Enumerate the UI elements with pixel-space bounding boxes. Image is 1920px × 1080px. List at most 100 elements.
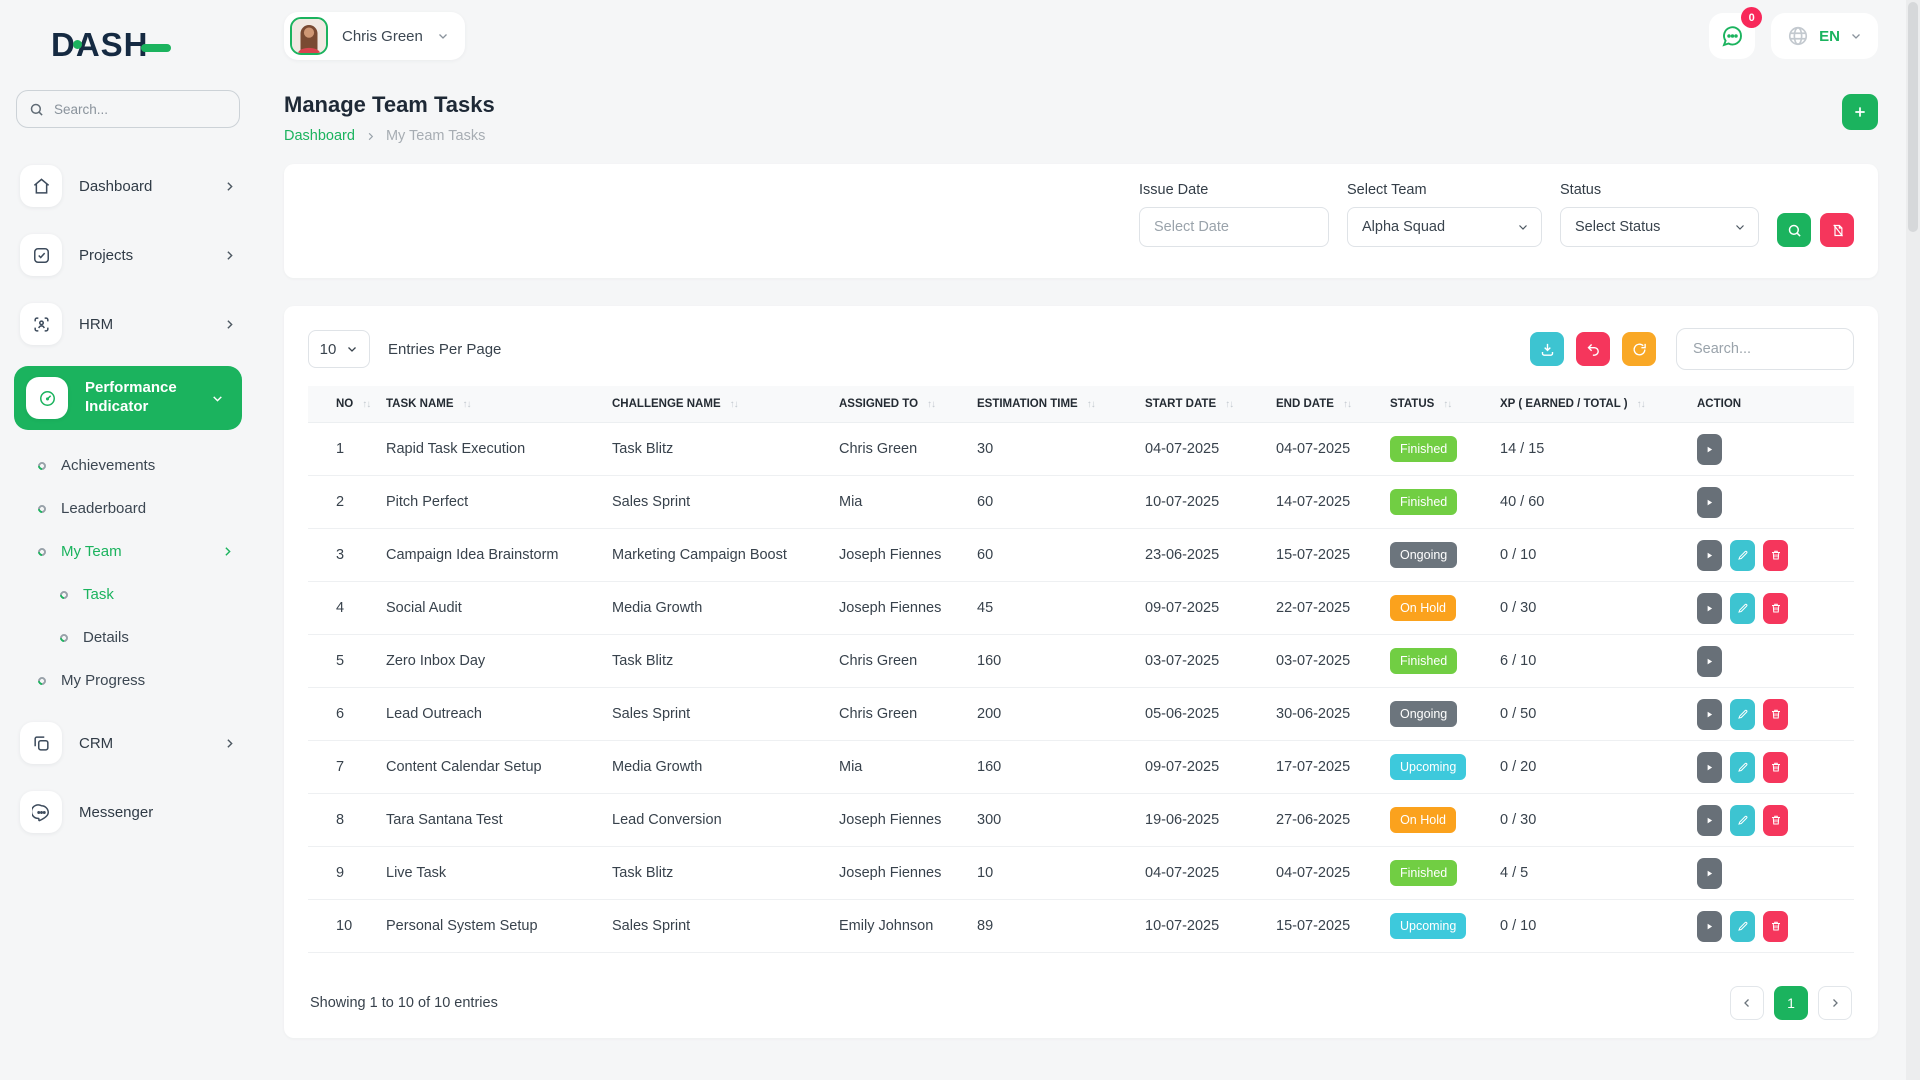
edit-task-button[interactable]	[1730, 593, 1755, 624]
action-cell	[1689, 635, 1854, 688]
challenge-name: Media Growth	[604, 741, 831, 794]
edit-task-button[interactable]	[1730, 911, 1755, 942]
table-row: 5Zero Inbox DayTask BlitzChris Green1600…	[308, 635, 1854, 688]
start-date: 10-07-2025	[1137, 476, 1268, 529]
column-header[interactable]: START DATE↑↓	[1137, 386, 1268, 423]
view-task-button[interactable]	[1697, 805, 1722, 836]
view-task-button[interactable]	[1697, 858, 1722, 889]
sidebar-item-leaderboard[interactable]: Leaderboard	[0, 487, 256, 530]
sidebar-item-achievements[interactable]: Achievements	[0, 444, 256, 487]
delete-task-button[interactable]	[1763, 593, 1788, 624]
status-select[interactable]: Select Status	[1560, 207, 1759, 247]
sidebar-item-task[interactable]: Task	[0, 573, 256, 616]
breadcrumb-dashboard-link[interactable]: Dashboard	[284, 128, 355, 144]
filter-search-button[interactable]	[1777, 213, 1811, 247]
start-date: 19-06-2025	[1137, 794, 1268, 847]
view-task-button[interactable]	[1697, 646, 1722, 677]
column-header[interactable]: ASSIGNED TO↑↓	[831, 386, 969, 423]
delete-task-button[interactable]	[1763, 752, 1788, 783]
challenge-name: Task Blitz	[604, 847, 831, 900]
row-number: 8	[308, 794, 378, 847]
edit-task-button[interactable]	[1730, 752, 1755, 783]
assigned-to: Chris Green	[831, 635, 969, 688]
delete-task-button[interactable]	[1763, 540, 1788, 571]
column-header[interactable]: NO↑↓	[308, 386, 378, 423]
estimation-time: 300	[969, 794, 1137, 847]
next-page-button[interactable]	[1818, 986, 1852, 1020]
table-search-input[interactable]	[1676, 328, 1854, 370]
sidebar-item-messenger[interactable]: Messenger	[0, 784, 256, 840]
sidebar-item-dashboard[interactable]: Dashboard	[0, 158, 256, 214]
view-task-button[interactable]	[1697, 752, 1722, 783]
estimation-time: 60	[969, 529, 1137, 582]
sort-icon: ↑↓	[1225, 399, 1233, 410]
delete-task-button[interactable]	[1763, 699, 1788, 730]
sidebar-search[interactable]	[16, 90, 240, 128]
action-cell	[1689, 741, 1854, 794]
pagination: 1	[1730, 986, 1852, 1020]
export-button[interactable]	[1530, 332, 1564, 366]
sidebar-item-hrm[interactable]: HRM	[0, 296, 256, 352]
sidebar-item-projects[interactable]: Projects	[0, 227, 256, 283]
delete-task-button[interactable]	[1763, 911, 1788, 942]
edit-task-button[interactable]	[1730, 540, 1755, 571]
column-header[interactable]: TASK NAME↑↓	[378, 386, 604, 423]
estimation-time: 30	[969, 423, 1137, 476]
undo-button[interactable]	[1576, 332, 1610, 366]
sidebar-item-performance-indicator[interactable]: Performance Indicator	[14, 366, 242, 430]
previous-page-button[interactable]	[1730, 986, 1764, 1020]
status-cell: On Hold	[1382, 582, 1492, 635]
team-select[interactable]: Alpha Squad	[1347, 207, 1542, 247]
table-body: 1Rapid Task ExecutionTask BlitzChris Gre…	[308, 423, 1854, 953]
column-header[interactable]: STATUS↑↓	[1382, 386, 1492, 423]
challenge-name: Task Blitz	[604, 635, 831, 688]
column-header[interactable]: ESTIMATION TIME↑↓	[969, 386, 1137, 423]
sidebar-item-my-team[interactable]: My Team	[0, 530, 256, 573]
view-task-button[interactable]	[1697, 540, 1722, 571]
view-task-button[interactable]	[1697, 434, 1722, 465]
trash-icon	[1770, 708, 1782, 720]
main-content: Chris Green 0 EN Manage Team Tasks Dashb…	[256, 0, 1920, 1080]
issue-date-label: Issue Date	[1139, 182, 1329, 198]
issue-date-input[interactable]	[1139, 207, 1329, 247]
column-header[interactable]: XP ( EARNED / TOTAL )↑↓	[1492, 386, 1689, 423]
task-name: Rapid Task Execution	[378, 423, 604, 476]
edit-task-button[interactable]	[1730, 699, 1755, 730]
scrollbar-thumb[interactable]	[1908, 2, 1918, 232]
page-1-button[interactable]: 1	[1774, 986, 1808, 1020]
logo-dot-icon	[73, 40, 82, 49]
column-header[interactable]: CHALLENGE NAME↑↓	[604, 386, 831, 423]
notifications-button[interactable]: 0	[1709, 13, 1755, 59]
scrollbar-track[interactable]	[1906, 0, 1920, 1080]
entries-per-page-select[interactable]: 10	[308, 330, 370, 368]
user-menu[interactable]: Chris Green	[284, 12, 465, 60]
sidebar-item-details[interactable]: Details	[0, 616, 256, 659]
sidebar-item-label: My Team	[61, 543, 206, 560]
sidebar-item-label: Leaderboard	[61, 500, 234, 517]
sort-icon: ↑↓	[1637, 399, 1645, 410]
refresh-button[interactable]	[1622, 332, 1656, 366]
task-name: Social Audit	[378, 582, 604, 635]
add-task-button[interactable]	[1842, 94, 1878, 130]
column-header[interactable]: END DATE↑↓	[1268, 386, 1382, 423]
delete-task-button[interactable]	[1763, 805, 1788, 836]
status-badge: Ongoing	[1390, 701, 1457, 727]
sidebar-item-my-progress[interactable]: My Progress	[0, 659, 256, 702]
challenge-name: Sales Sprint	[604, 688, 831, 741]
sidebar-item-crm[interactable]: CRM	[0, 715, 256, 771]
row-number: 5	[308, 635, 378, 688]
xp-value: 40 / 60	[1492, 476, 1689, 529]
view-task-button[interactable]	[1697, 699, 1722, 730]
search-icon	[1787, 223, 1802, 238]
view-task-button[interactable]	[1697, 593, 1722, 624]
sidebar-search-input[interactable]	[52, 101, 227, 118]
view-task-button[interactable]	[1697, 911, 1722, 942]
view-task-button[interactable]	[1697, 487, 1722, 518]
user-name: Chris Green	[342, 28, 423, 45]
edit-task-button[interactable]	[1730, 805, 1755, 836]
action-cell	[1689, 582, 1854, 635]
chevron-right-icon	[223, 318, 236, 331]
language-selector[interactable]: EN	[1771, 13, 1878, 59]
clear-filters-button[interactable]	[1820, 213, 1854, 247]
xp-value: 0 / 30	[1492, 582, 1689, 635]
